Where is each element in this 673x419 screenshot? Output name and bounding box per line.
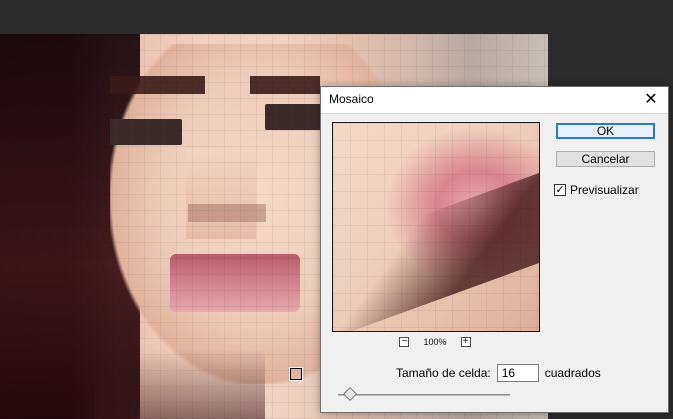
ok-button[interactable]: OK <box>556 123 655 139</box>
zoom-out-button[interactable]: − <box>399 336 410 347</box>
checkmark-icon: ✓ <box>555 183 565 196</box>
preview-checkbox-row[interactable]: ✓ Previsualizar <box>554 182 639 198</box>
plus-icon: + <box>462 336 469 347</box>
cancel-button[interactable]: Cancelar <box>556 151 655 167</box>
mosaic-filter-dialog: Mosaico ✕ − 100% + OK Cancelar ✓ Previsu… <box>320 86 669 413</box>
zoom-level: 100% <box>423 337 447 347</box>
slider-thumb[interactable] <box>342 386 358 402</box>
cell-size-label: Tamaño de celda: <box>396 366 491 380</box>
preview-zoom-controls: − 100% + <box>332 334 538 350</box>
close-icon: ✕ <box>644 91 658 108</box>
cell-size-slider[interactable] <box>338 386 510 402</box>
dialog-titlebar[interactable]: Mosaico ✕ <box>321 87 668 114</box>
zoom-in-button[interactable]: + <box>460 336 471 347</box>
preview-mosaic-grid <box>333 123 539 331</box>
close-button[interactable]: ✕ <box>642 91 660 109</box>
cell-size-value: 16 <box>501 366 516 380</box>
dialog-title: Mosaico <box>329 92 374 106</box>
minus-icon: − <box>401 336 408 347</box>
cell-size-input[interactable]: 16 <box>496 364 539 382</box>
preview-area-marker[interactable] <box>289 367 303 381</box>
preview-pane[interactable] <box>332 122 540 332</box>
slider-track[interactable] <box>338 394 510 396</box>
cell-size-row: Tamaño de celda: 16 cuadrados <box>396 363 601 383</box>
preview-checkbox[interactable]: ✓ <box>554 184 566 196</box>
preview-checkbox-label: Previsualizar <box>570 183 639 197</box>
cell-size-unit: cuadrados <box>544 366 601 380</box>
